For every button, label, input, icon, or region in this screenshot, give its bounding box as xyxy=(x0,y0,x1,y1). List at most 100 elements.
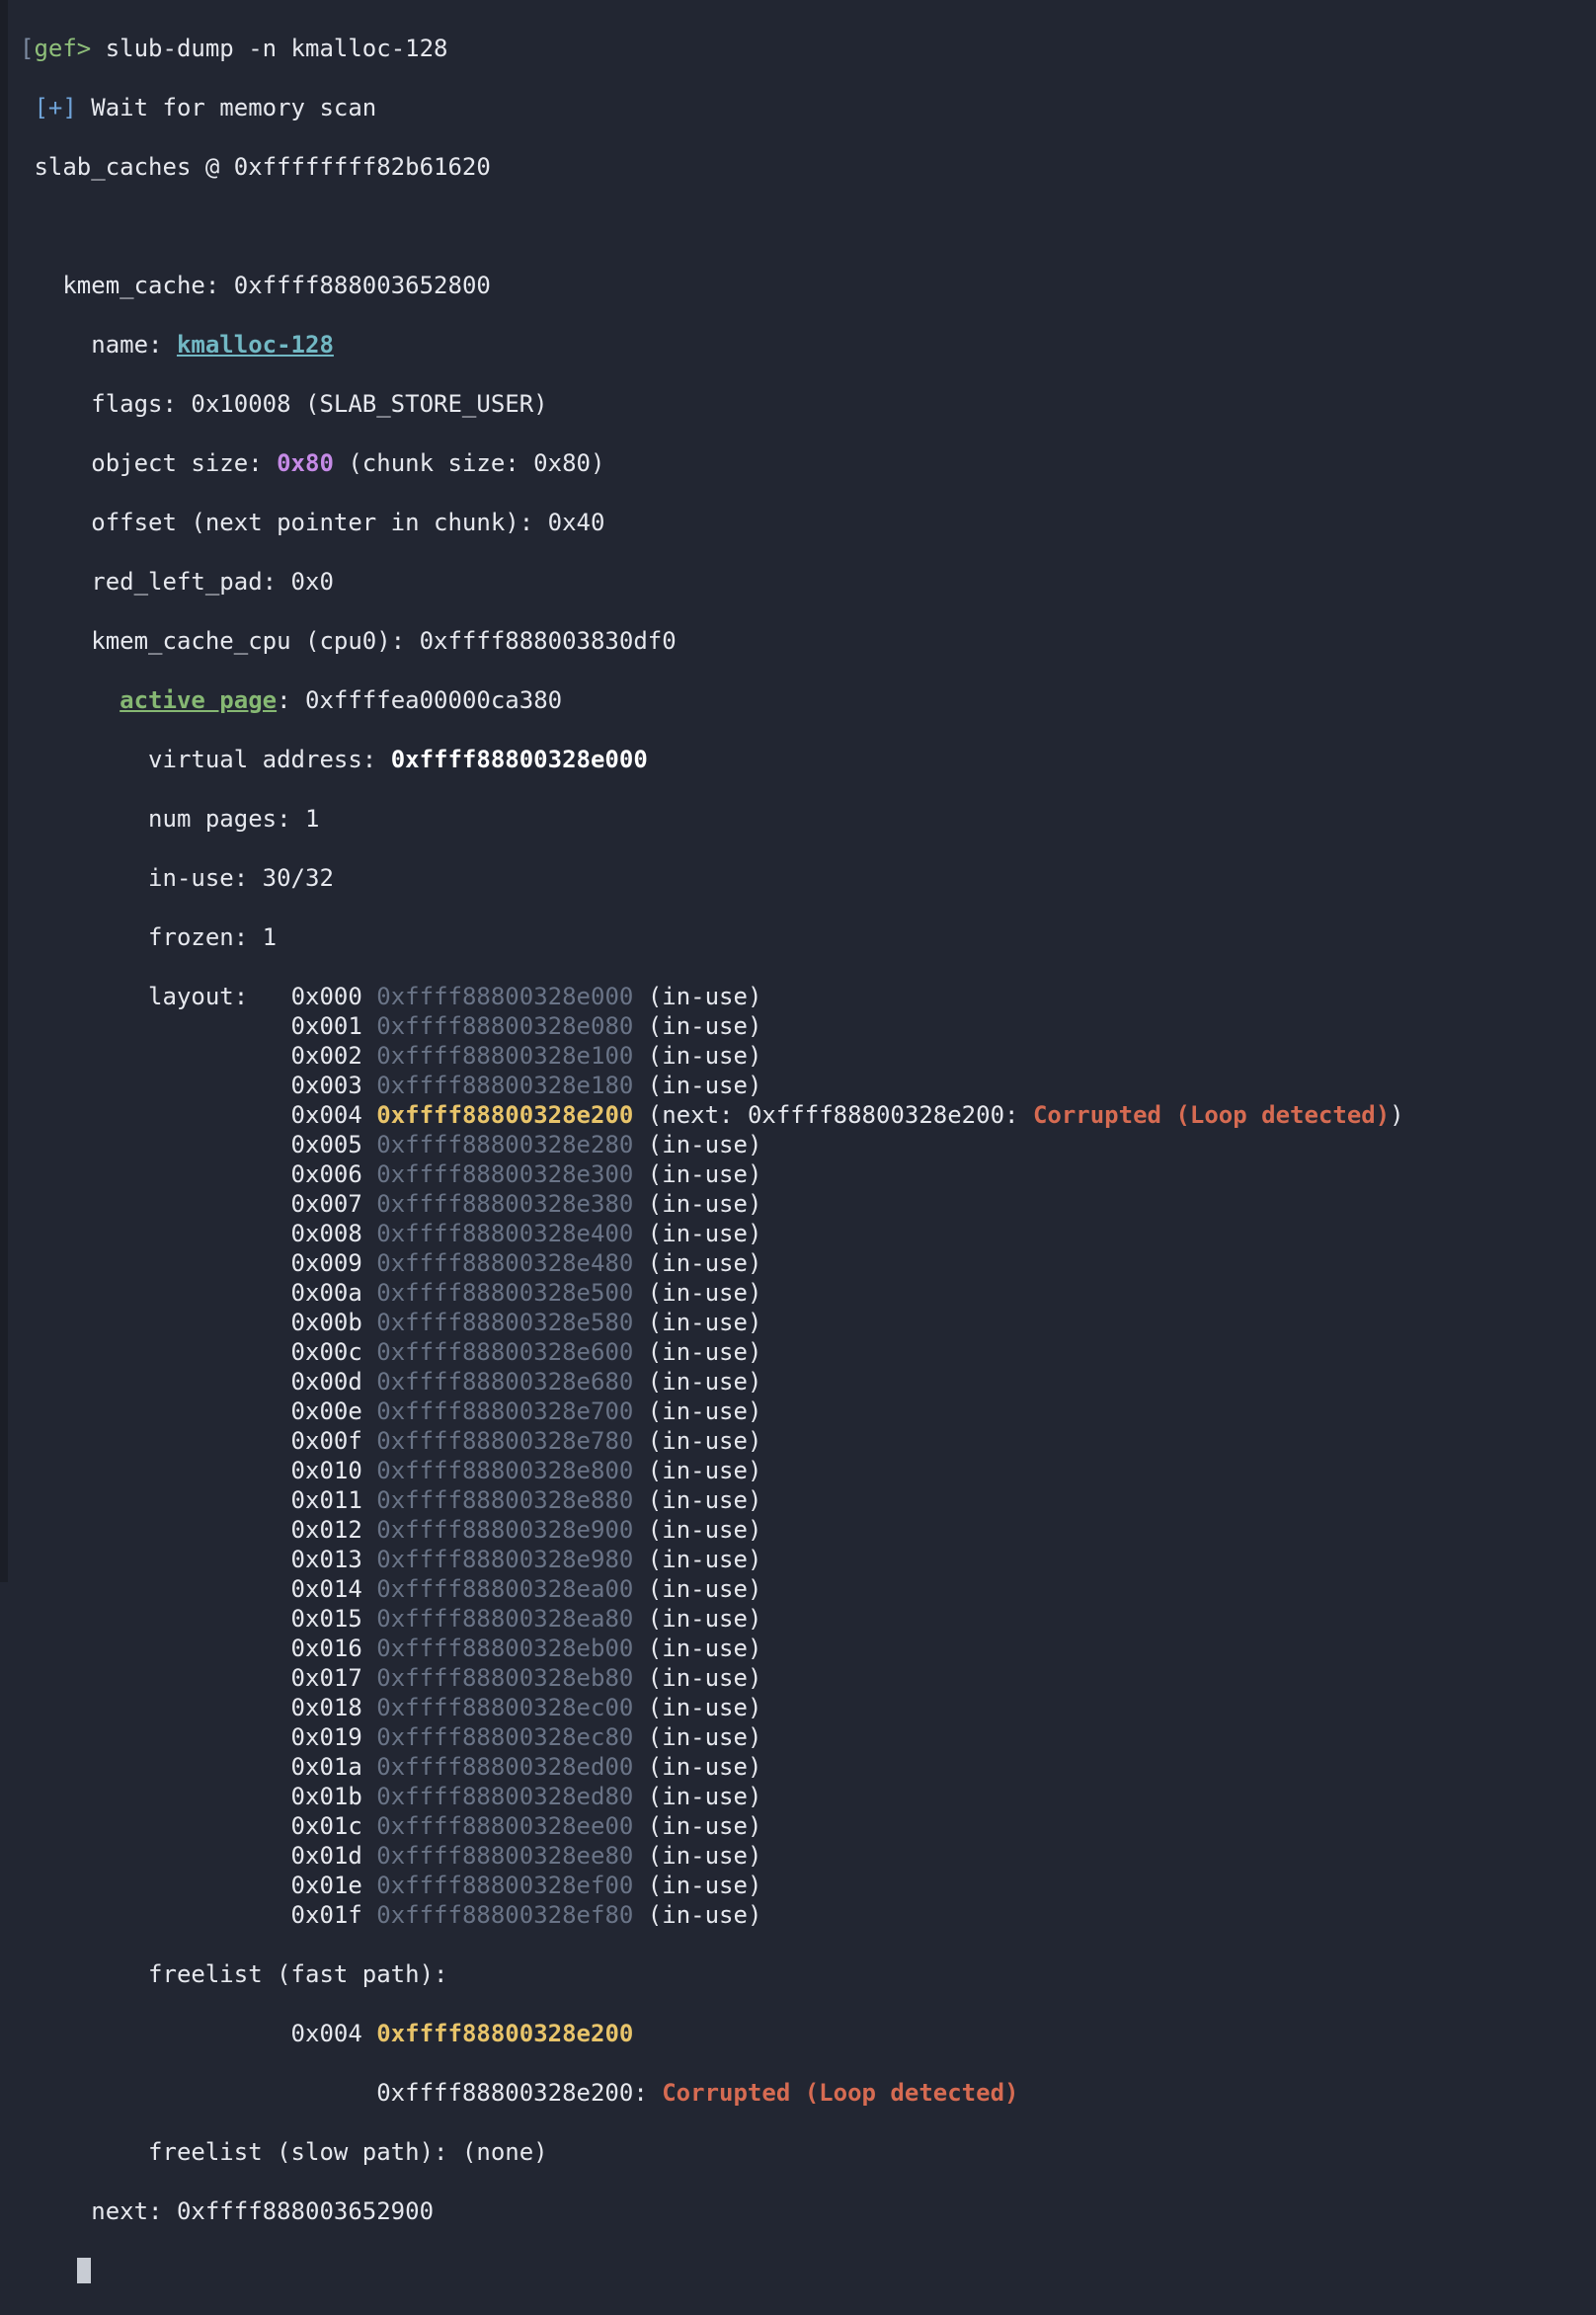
layout-row: 0x00e 0xffff88800328e700 (in-use) xyxy=(20,1397,1596,1426)
layout-addr: 0xffff88800328e700 xyxy=(376,1397,634,1425)
freelist-fast-label: freelist (fast path): xyxy=(148,1960,448,1988)
layout-index: 0x004 xyxy=(290,1101,362,1129)
layout-index: 0x00b xyxy=(290,1309,362,1336)
layout-index: 0x000 xyxy=(290,983,362,1010)
layout-row: 0x01d 0xffff88800328ee80 (in-use) xyxy=(20,1841,1596,1871)
freelist-fast-entry: 0x004 0xffff88800328e200 xyxy=(20,2019,1596,2048)
layout-addr: 0xffff88800328e380 xyxy=(376,1190,634,1218)
frozen-line: frozen: 1 xyxy=(20,922,1596,952)
freelist-slow-line: freelist (slow path): (none) xyxy=(20,2137,1596,2167)
layout-addr: 0xffff88800328e880 xyxy=(376,1486,634,1514)
layout-index: 0x001 xyxy=(290,1012,362,1040)
layout-addr: 0xffff88800328e400 xyxy=(376,1220,634,1247)
layout-list: layout: 0x000 0xffff88800328e000 (in-use… xyxy=(20,982,1596,1930)
layout-row: 0x00b 0xffff88800328e580 (in-use) xyxy=(20,1308,1596,1337)
layout-index: 0x01b xyxy=(290,1783,362,1810)
layout-index: 0x012 xyxy=(290,1516,362,1544)
layout-index: 0x00d xyxy=(290,1368,362,1396)
layout-row: 0x017 0xffff88800328eb80 (in-use) xyxy=(20,1663,1596,1693)
layout-index: 0x00f xyxy=(290,1427,362,1455)
freelist-fast-next: 0xffff88800328e200: Corrupted (Loop dete… xyxy=(20,2078,1596,2108)
active-page-link[interactable]: active page xyxy=(120,686,277,714)
virtual-address-label: virtual address: xyxy=(148,746,377,773)
layout-status: (in-use) xyxy=(647,1279,762,1307)
name-label: name: xyxy=(91,331,163,359)
layout-index: 0x007 xyxy=(290,1190,362,1218)
layout-status: (in-use) xyxy=(647,1575,762,1603)
layout-index: 0x010 xyxy=(290,1457,362,1484)
name-line: name: kmalloc-128 xyxy=(20,330,1596,359)
layout-addr: 0xffff88800328e080 xyxy=(376,1012,634,1040)
layout-row: 0x008 0xffff88800328e400 (in-use) xyxy=(20,1219,1596,1248)
layout-addr: 0xffff88800328e680 xyxy=(376,1368,634,1396)
layout-row: 0x00f 0xffff88800328e780 (in-use) xyxy=(20,1426,1596,1456)
layout-row: 0x009 0xffff88800328e480 (in-use) xyxy=(20,1248,1596,1278)
layout-addr: 0xffff88800328ec80 xyxy=(376,1723,634,1751)
layout-addr: 0xffff88800328ec00 xyxy=(376,1694,634,1721)
layout-status: (in-use) xyxy=(647,1812,762,1840)
layout-next: (next: 0xffff88800328e200: xyxy=(647,1101,1033,1129)
info-line: [+] Wait for memory scan xyxy=(20,93,1596,122)
layout-addr: 0xffff88800328e980 xyxy=(376,1546,634,1573)
layout-addr: 0xffff88800328ee00 xyxy=(376,1812,634,1840)
virtual-address-line: virtual address: 0xffff88800328e000 xyxy=(20,745,1596,774)
slab-caches: slab_caches @ 0xffffffff82b61620 xyxy=(34,153,491,181)
layout-status: (in-use) xyxy=(647,1220,762,1247)
layout-addr: 0xffff88800328e580 xyxy=(376,1309,634,1336)
cache-name-link[interactable]: kmalloc-128 xyxy=(177,331,334,359)
layout-error: Corrupted (Loop detected) xyxy=(1032,1101,1391,1129)
layout-row: 0x016 0xffff88800328eb00 (in-use) xyxy=(20,1634,1596,1663)
object-size-line: object size: 0x80 (chunk size: 0x80) xyxy=(20,448,1596,478)
num-pages: num pages: 1 xyxy=(148,805,320,833)
layout-status: (in-use) xyxy=(647,1160,762,1188)
active-page-line: active page: 0xffffea00000ca380 xyxy=(20,685,1596,715)
layout-index: 0x006 xyxy=(290,1160,362,1188)
layout-row: 0x005 0xffff88800328e280 (in-use) xyxy=(20,1130,1596,1159)
layout-index: 0x009 xyxy=(290,1249,362,1277)
layout-index: 0x018 xyxy=(290,1694,362,1721)
layout-row: layout: 0x000 0xffff88800328e000 (in-use… xyxy=(20,982,1596,1011)
active-page-addr: : 0xffffea00000ca380 xyxy=(277,686,563,714)
layout-index: 0x008 xyxy=(290,1220,362,1247)
layout-next-close: ) xyxy=(1390,1101,1404,1129)
layout-row: 0x019 0xffff88800328ec80 (in-use) xyxy=(20,1722,1596,1752)
layout-row: 0x011 0xffff88800328e880 (in-use) xyxy=(20,1485,1596,1515)
layout-addr: 0xffff88800328e780 xyxy=(376,1427,634,1455)
layout-status: (in-use) xyxy=(647,1842,762,1870)
layout-addr: 0xffff88800328ed00 xyxy=(376,1753,634,1781)
freelist-next-addr: 0xffff88800328e200: xyxy=(376,2079,648,2107)
layout-status: (in-use) xyxy=(647,1338,762,1366)
layout-addr: 0xffff88800328eb80 xyxy=(376,1664,634,1692)
cursor-line xyxy=(20,2256,1596,2285)
layout-addr: 0xffff88800328ef80 xyxy=(376,1901,634,1929)
layout-row: 0x01b 0xffff88800328ed80 (in-use) xyxy=(20,1782,1596,1811)
red-left-pad-line: red_left_pad: 0x0 xyxy=(20,567,1596,597)
layout-row: 0x006 0xffff88800328e300 (in-use) xyxy=(20,1159,1596,1189)
layout-row: 0x01a 0xffff88800328ed00 (in-use) xyxy=(20,1752,1596,1782)
prompt-label: gef> xyxy=(34,35,92,62)
layout-index: 0x011 xyxy=(290,1486,362,1514)
next-cache: next: 0xffff888003652900 xyxy=(91,2197,435,2225)
layout-addr: 0xffff88800328e600 xyxy=(376,1338,634,1366)
layout-row: 0x014 0xffff88800328ea00 (in-use) xyxy=(20,1574,1596,1604)
layout-row: 0x010 0xffff88800328e800 (in-use) xyxy=(20,1456,1596,1485)
flags-line: flags: 0x10008 (SLAB_STORE_USER) xyxy=(20,389,1596,419)
red-left-pad: red_left_pad: 0x0 xyxy=(91,568,334,596)
layout-row: 0x01e 0xffff88800328ef00 (in-use) xyxy=(20,1871,1596,1900)
layout-status: (in-use) xyxy=(647,983,762,1010)
layout-addr: 0xffff88800328e100 xyxy=(376,1042,634,1070)
layout-status: (in-use) xyxy=(647,1309,762,1336)
layout-row: 0x007 0xffff88800328e380 (in-use) xyxy=(20,1189,1596,1219)
layout-status: (in-use) xyxy=(647,1190,762,1218)
slab-caches-line: slab_caches @ 0xffffffff82b61620 xyxy=(20,152,1596,182)
terminal-output[interactable]: [gef> slub-dump -n kmalloc-128 [+] Wait … xyxy=(0,0,1596,2283)
layout-index: 0x016 xyxy=(290,1635,362,1662)
layout-status: (in-use) xyxy=(647,1753,762,1781)
layout-index: 0x00a xyxy=(290,1279,362,1307)
layout-status: (in-use) xyxy=(647,1427,762,1455)
layout-index: 0x017 xyxy=(290,1664,362,1692)
layout-addr: 0xffff88800328e300 xyxy=(376,1160,634,1188)
layout-row: 0x01f 0xffff88800328ef80 (in-use) xyxy=(20,1900,1596,1930)
layout-status: (in-use) xyxy=(647,1457,762,1484)
layout-status: (in-use) xyxy=(647,1783,762,1810)
